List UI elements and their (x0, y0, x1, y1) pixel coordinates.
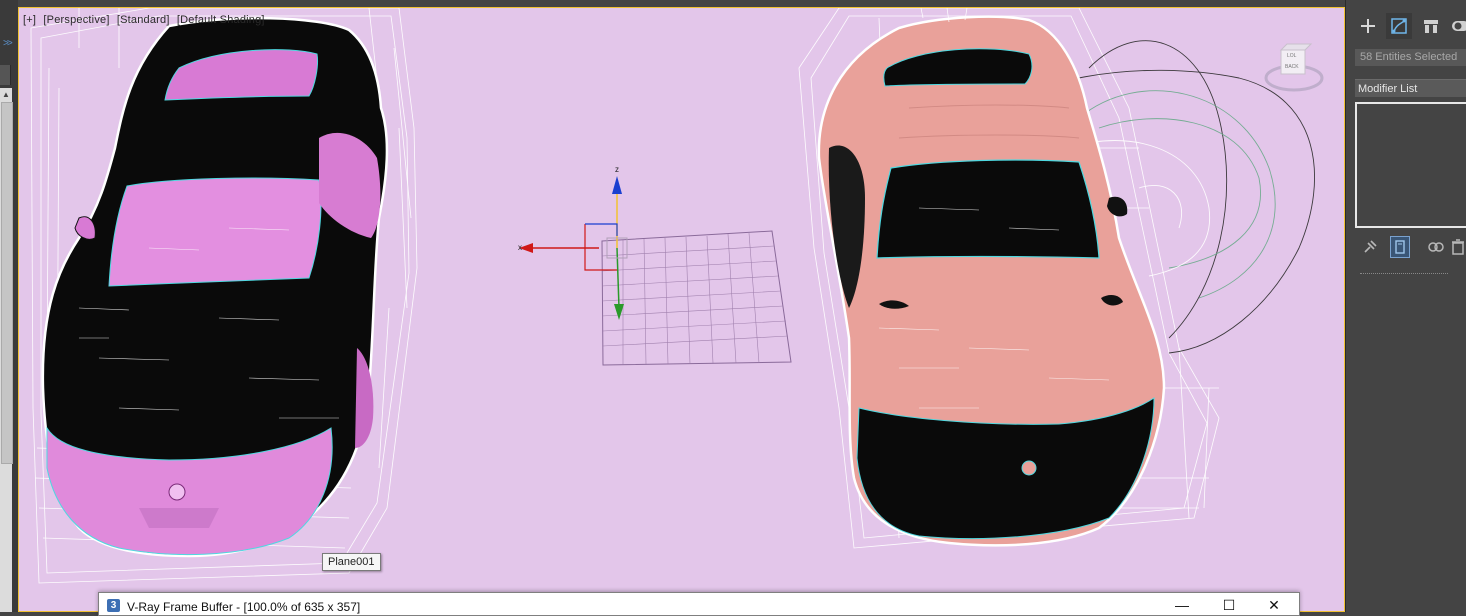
gizmo-z-label: z (615, 165, 619, 174)
remove-modifier-icon (1452, 239, 1464, 255)
left-car-model[interactable] (30, 8, 418, 584)
viewport-pov-menu[interactable]: [Perspective] (43, 14, 109, 26)
plus-icon (1361, 19, 1375, 33)
viewcube-back-label: BACK (1285, 64, 1299, 70)
remove-modifier-button[interactable] (1448, 236, 1466, 258)
viewcube-top-label: LOL (1287, 53, 1297, 59)
viewport-shading-menu[interactable]: [Default Shading] (177, 14, 265, 26)
pin-stack-icon (1364, 240, 1377, 253)
hierarchy-tab[interactable] (1418, 13, 1444, 39)
stack-tools-divider (1360, 273, 1448, 274)
viewport-label-menu[interactable]: [+] [Perspective] [Standard] [Default Sh… (23, 14, 265, 26)
command-panel: 58 Entities Selected Modifier List (1345, 0, 1466, 612)
make-unique-button[interactable] (1426, 236, 1446, 258)
modify-icon (1391, 18, 1407, 34)
viewport-scene[interactable]: x z (19, 8, 1345, 612)
modify-tab[interactable] (1386, 13, 1412, 39)
transform-gizmo[interactable]: x z (518, 165, 628, 320)
right-car-model[interactable] (798, 8, 1315, 549)
show-end-result-icon (1395, 240, 1405, 254)
selection-name-field[interactable]: 58 Entities Selected (1355, 49, 1466, 66)
vray-frame-buffer-window[interactable]: 3 V-Ray Frame Buffer - [100.0% of 635 x … (98, 592, 1300, 616)
viewport-general-menu[interactable]: [+] (23, 14, 36, 26)
show-end-result-button[interactable] (1390, 236, 1410, 258)
left-edge-strip: >> ▲ (0, 0, 18, 612)
hierarchy-icon (1424, 20, 1438, 33)
scroll-up-arrow-icon[interactable]: ▲ (2, 90, 10, 99)
modifier-stack-list[interactable] (1355, 102, 1466, 228)
perspective-viewport[interactable]: x z [+] [Perspective] [Standard] [Defaul… (18, 7, 1345, 612)
make-unique-icon (1428, 242, 1444, 252)
motion-icon (1452, 21, 1466, 31)
pin-stack-button[interactable] (1360, 236, 1380, 258)
minimize-button[interactable]: — (1167, 597, 1197, 613)
collapsed-panel-tab[interactable] (0, 65, 11, 85)
plane001-object[interactable] (601, 230, 792, 366)
gizmo-x-label: x (518, 243, 522, 252)
app-icon: 3 (107, 599, 120, 612)
viewport-standard-menu[interactable]: [Standard] (117, 14, 170, 26)
modifier-list-dropdown[interactable]: Modifier List (1355, 79, 1466, 97)
expand-chevron-icon[interactable]: >> (3, 38, 13, 49)
create-tab[interactable] (1355, 13, 1381, 39)
motion-tab[interactable] (1446, 13, 1466, 39)
scrollbar-thumb[interactable] (1, 102, 13, 464)
maximize-button[interactable]: ☐ (1214, 597, 1244, 613)
close-button[interactable]: ✕ (1259, 597, 1289, 613)
vertical-scrollbar[interactable]: ▲ (0, 88, 13, 612)
object-tooltip: Plane001 (322, 553, 381, 571)
viewcube-icon[interactable]: LOL BACK (1261, 40, 1327, 106)
